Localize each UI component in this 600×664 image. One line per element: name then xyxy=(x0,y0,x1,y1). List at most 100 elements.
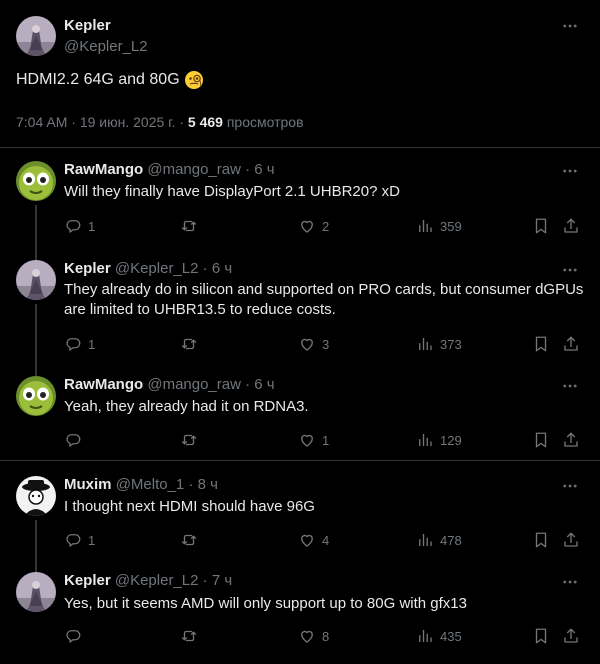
reply-actions: 1 2 359 xyxy=(64,216,584,236)
like-button[interactable]: 2 xyxy=(298,216,329,236)
like-button[interactable]: 8 xyxy=(298,626,329,646)
views-icon xyxy=(419,434,432,446)
more-icon[interactable] xyxy=(560,476,580,496)
avatar[interactable] xyxy=(16,476,56,516)
more-icon[interactable] xyxy=(560,572,580,592)
reply-button[interactable]: 1 xyxy=(64,334,95,354)
heart-icon xyxy=(301,220,313,233)
share-button[interactable] xyxy=(562,530,580,550)
retweet-button[interactable] xyxy=(180,216,204,236)
retweet-button[interactable] xyxy=(180,626,204,646)
share-icon xyxy=(564,336,578,351)
like-button[interactable]: 1 xyxy=(298,430,329,450)
share-button[interactable] xyxy=(562,626,580,646)
views-icon xyxy=(419,534,432,546)
reply-tweet[interactable]: RawMango @mango_raw · 6 ч Yeah, they alre… xyxy=(0,368,600,460)
reply-header: Kepler @Kepler_L2 · 7 ч xyxy=(64,572,232,589)
reply-icon xyxy=(66,534,81,547)
bookmark-button[interactable] xyxy=(532,430,550,450)
tweet-date[interactable]: 19 июн. 2025 г. xyxy=(80,114,176,130)
tweet-time[interactable]: 7:04 AM xyxy=(16,114,67,130)
reply-author-handle[interactable]: @Kepler_L2 xyxy=(115,572,199,589)
reply-tweet[interactable]: RawMango @mango_raw · 6 ч Will they final… xyxy=(0,148,600,252)
bookmark-button[interactable] xyxy=(532,626,550,646)
reply-time[interactable]: · 6 ч xyxy=(245,376,275,393)
reply-button[interactable]: 1 xyxy=(64,530,95,550)
reply-time[interactable]: · 6 ч xyxy=(245,161,275,178)
reply-time[interactable]: · 6 ч xyxy=(203,260,233,277)
reply-button[interactable] xyxy=(64,430,88,450)
reply-author-handle[interactable]: @Melto_1 xyxy=(116,476,185,493)
main-tweet: Kepler @Kepler_L2 HDMI2.2 64G and 80G 7:… xyxy=(0,0,600,148)
reply-header: RawMango @mango_raw · 6 ч xyxy=(64,376,275,393)
reply-author-name[interactable]: RawMango xyxy=(64,376,143,393)
tweet-text: HDMI2.2 64G and 80G xyxy=(16,70,204,90)
retweet-button[interactable] xyxy=(180,430,204,450)
reply-header: Kepler @Kepler_L2 · 6 ч xyxy=(64,260,232,277)
like-button[interactable]: 3 xyxy=(298,334,329,354)
like-count: 8 xyxy=(322,628,330,644)
reply-author-name[interactable]: RawMango xyxy=(64,161,143,178)
retweet-button[interactable] xyxy=(180,334,204,354)
share-button[interactable] xyxy=(562,334,580,354)
avatar[interactable] xyxy=(16,260,56,300)
reply-time[interactable]: · 7 ч xyxy=(203,572,233,589)
bookmark-button[interactable] xyxy=(532,530,550,550)
views-button[interactable]: 478 xyxy=(416,530,462,550)
avatar[interactable] xyxy=(16,16,56,56)
reply-author-name[interactable]: Muxim xyxy=(64,476,112,493)
reply-button[interactable]: 1 xyxy=(64,216,95,236)
avatar[interactable] xyxy=(16,376,56,416)
bookmark-icon xyxy=(535,336,547,352)
views-button[interactable]: 373 xyxy=(416,334,462,354)
views-button[interactable]: 435 xyxy=(416,626,462,646)
reply-actions: 1 3 373 xyxy=(64,334,584,354)
like-button[interactable]: 4 xyxy=(298,530,329,550)
heart-icon xyxy=(301,338,313,351)
reply-text: I thought next HDMI should have 96G xyxy=(64,498,315,515)
avatar[interactable] xyxy=(16,572,56,612)
views-count: 5 469 xyxy=(187,114,223,130)
reply-header: Muxim @Melto_1 · 8 ч xyxy=(64,476,218,493)
share-icon xyxy=(564,218,578,233)
retweet-icon xyxy=(181,338,197,350)
retweet-button[interactable] xyxy=(180,530,204,550)
share-button[interactable] xyxy=(562,216,580,236)
bookmark-button[interactable] xyxy=(532,216,550,236)
views-count: 359 xyxy=(440,218,462,234)
avatar[interactable] xyxy=(16,161,56,201)
reply-count: 1 xyxy=(88,532,96,548)
reply-tweet[interactable]: Kepler @Kepler_L2 · 6 ч They already do i… xyxy=(0,252,600,368)
views-button[interactable]: 129 xyxy=(416,430,462,450)
reply-author-name[interactable]: Kepler xyxy=(64,572,111,589)
views-icon xyxy=(419,220,432,232)
reply-author-handle[interactable]: @mango_raw xyxy=(147,161,241,178)
bookmark-icon xyxy=(535,532,547,548)
views-button[interactable]: 359 xyxy=(416,216,462,236)
bookmark-button[interactable] xyxy=(532,334,550,354)
share-icon xyxy=(564,432,578,447)
reply-tweet[interactable]: Kepler @Kepler_L2 · 7 ч Yes, but it seems… xyxy=(0,565,600,664)
more-icon[interactable] xyxy=(560,16,580,36)
retweet-icon xyxy=(181,534,197,546)
bookmark-icon xyxy=(535,432,547,448)
more-icon[interactable] xyxy=(560,161,580,181)
reply-count: 1 xyxy=(88,218,96,234)
reply-button[interactable] xyxy=(64,626,88,646)
more-icon[interactable] xyxy=(560,376,580,396)
views-icon xyxy=(419,338,432,350)
share-button[interactable] xyxy=(562,430,580,450)
bookmark-icon xyxy=(535,628,547,644)
views-icon xyxy=(419,630,432,642)
reply-author-name[interactable]: Kepler xyxy=(64,260,111,277)
reply-time[interactable]: · 8 ч xyxy=(188,476,218,493)
thread-line xyxy=(35,252,37,260)
author-handle[interactable]: @Kepler_L2 xyxy=(64,38,148,55)
share-icon xyxy=(564,628,578,643)
reply-tweet[interactable]: Muxim @Melto_1 · 8 ч I thought next HDMI … xyxy=(0,461,600,565)
reply-author-handle[interactable]: @mango_raw xyxy=(147,376,241,393)
reply-author-handle[interactable]: @Kepler_L2 xyxy=(115,260,199,277)
more-icon[interactable] xyxy=(560,260,580,280)
author-name[interactable]: Kepler xyxy=(64,17,111,34)
reply-icon xyxy=(66,338,81,351)
